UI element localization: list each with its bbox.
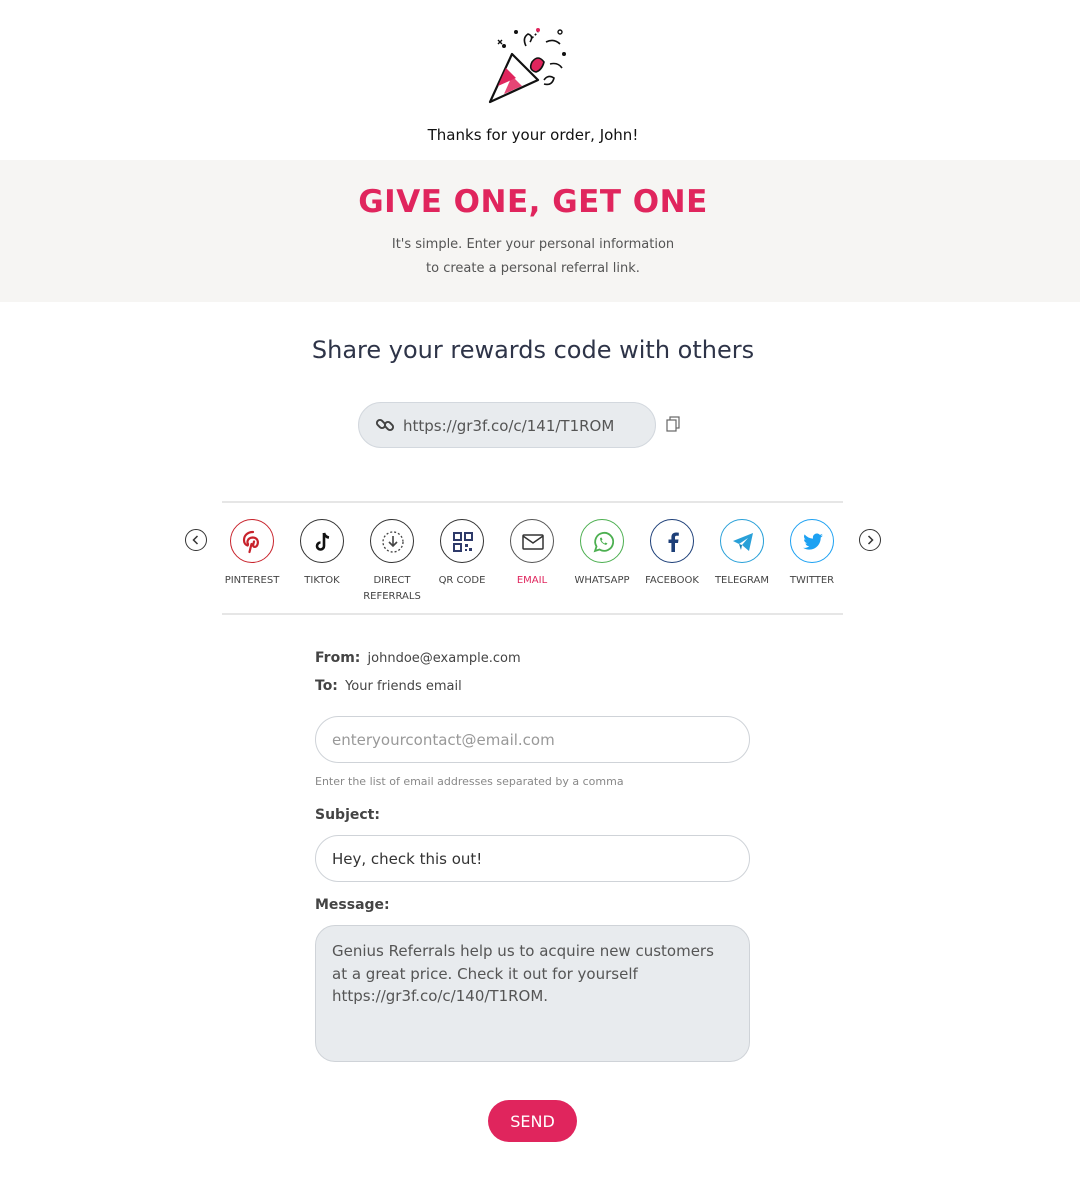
channels-prev-button[interactable] bbox=[185, 529, 207, 551]
channel-label: TELEGRAM bbox=[714, 575, 770, 586]
qr-code-icon bbox=[440, 519, 484, 563]
message-label: Message: bbox=[315, 897, 390, 913]
referral-link-text: https://gr3f.co/c/141/T1ROM bbox=[403, 417, 615, 435]
channel-pinterest[interactable]: PINTEREST bbox=[217, 519, 287, 589]
to-row: To: Your friends email bbox=[315, 678, 462, 694]
whatsapp-icon bbox=[580, 519, 624, 563]
from-row: From: johndoe@example.com bbox=[315, 650, 521, 666]
party-popper-icon bbox=[488, 28, 566, 104]
channel-direct-referrals[interactable]: DIRECT REFERRALS bbox=[357, 519, 427, 605]
chevron-right-icon bbox=[867, 535, 874, 545]
promo-title: GIVE ONE, GET ONE bbox=[358, 184, 708, 220]
thanks-message: Thanks for your order, John! bbox=[427, 126, 639, 144]
share-title: Share your rewards code with others bbox=[311, 336, 755, 364]
channel-tiktok[interactable]: TIKTOK bbox=[287, 519, 357, 589]
chevron-left-icon bbox=[192, 535, 199, 545]
channel-label: TIKTOK bbox=[304, 575, 340, 586]
referral-link-field[interactable]: https://gr3f.co/c/141/T1ROM bbox=[358, 402, 656, 448]
recipient-hint: Enter the list of email addresses separa… bbox=[315, 775, 624, 788]
channel-whatsapp[interactable]: WHATSAPP bbox=[567, 519, 637, 589]
channel-twitter[interactable]: TWITTER bbox=[777, 519, 847, 589]
message-textarea[interactable]: Genius Referrals help us to acquire new … bbox=[315, 925, 750, 1062]
channel-label-line-2: REFERRALS bbox=[363, 591, 421, 602]
recipient-email-input[interactable] bbox=[315, 716, 750, 763]
pinterest-icon bbox=[230, 519, 274, 563]
channel-telegram[interactable]: TELEGRAM bbox=[707, 519, 777, 589]
to-value: Your friends email bbox=[345, 679, 462, 694]
channel-label: QR CODE bbox=[438, 575, 486, 586]
promo-description-line-1: It's simple. Enter your personal informa… bbox=[391, 237, 675, 252]
channel-label: TWITTER bbox=[789, 575, 835, 586]
share-divider-top bbox=[222, 501, 843, 503]
send-button[interactable]: SEND bbox=[488, 1100, 577, 1142]
telegram-icon bbox=[720, 519, 764, 563]
facebook-icon bbox=[650, 519, 694, 563]
channel-label: DIRECT REFERRALS bbox=[357, 573, 427, 605]
channel-qr-code[interactable]: QR CODE bbox=[427, 519, 497, 589]
twitter-icon bbox=[790, 519, 834, 563]
tiktok-icon bbox=[300, 519, 344, 563]
promo-banner: GIVE ONE, GET ONE It's simple. Enter you… bbox=[0, 160, 1080, 302]
share-divider-bottom bbox=[222, 613, 843, 615]
from-label: From: bbox=[315, 650, 361, 666]
link-icon bbox=[375, 418, 395, 432]
channels-next-button[interactable] bbox=[859, 529, 881, 551]
from-value: johndoe@example.com bbox=[367, 651, 521, 666]
channel-label-line-1: DIRECT bbox=[373, 575, 411, 586]
direct-referrals-icon bbox=[370, 519, 414, 563]
channel-email[interactable]: EMAIL bbox=[497, 519, 567, 589]
envelope-icon bbox=[510, 519, 554, 563]
channel-label: FACEBOOK bbox=[645, 575, 699, 586]
order-confirmation-header: Thanks for your order, John! bbox=[0, 0, 1080, 160]
subject-input[interactable] bbox=[315, 835, 750, 882]
promo-description-line-2: to create a personal referral link. bbox=[426, 261, 640, 276]
channel-facebook[interactable]: FACEBOOK bbox=[637, 519, 707, 589]
channel-label: PINTEREST bbox=[224, 575, 280, 586]
channel-label: EMAIL bbox=[516, 575, 548, 586]
subject-label: Subject: bbox=[315, 807, 380, 823]
to-label: To: bbox=[315, 678, 338, 694]
copy-icon[interactable] bbox=[666, 416, 680, 432]
channel-label: WHATSAPP bbox=[574, 575, 630, 586]
